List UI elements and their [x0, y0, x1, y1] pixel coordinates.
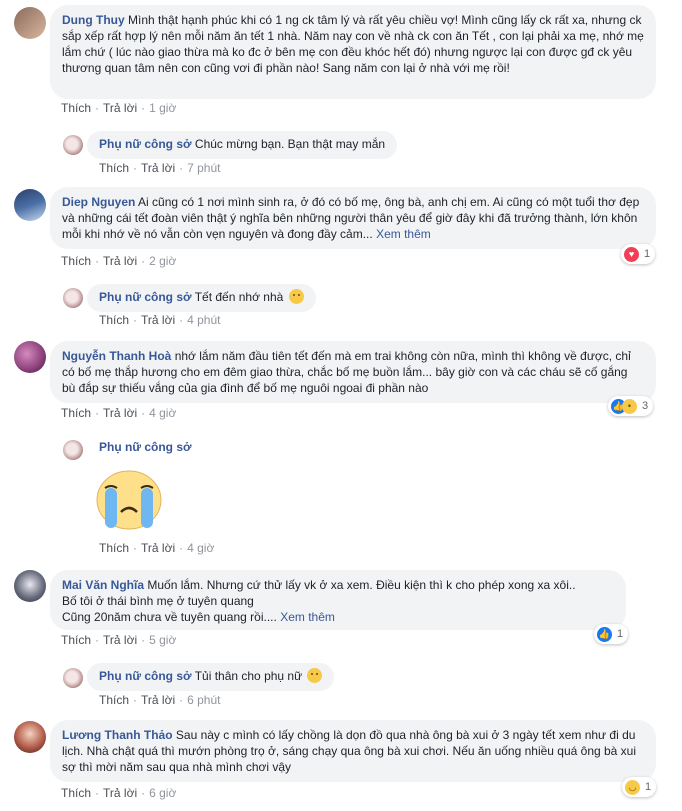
avatar[interactable] [14, 341, 46, 373]
like-link[interactable]: Thích [61, 786, 91, 800]
reply-bubble: Phụ nữ công sở Tủi thân cho phụ nữ [87, 663, 335, 691]
reaction-summary[interactable]: 👍 • 3 [608, 396, 654, 416]
comment-bubble: Mai Văn Nghĩa Muốn lắm. Nhưng cứ thử lấy… [50, 570, 626, 630]
avatar[interactable] [14, 189, 46, 221]
timestamp[interactable]: 7 phút [187, 161, 220, 175]
reaction-count: 1 [645, 781, 652, 793]
commenter-name[interactable]: Lương Thanh Thảo [62, 728, 173, 742]
reply-link[interactable]: Trả lời [141, 541, 175, 555]
reply-bubble: Phụ nữ công sở Tết đến nhớ nhà [87, 284, 316, 312]
reply-link[interactable]: Trả lời [141, 161, 175, 175]
like-link[interactable]: Thích [99, 541, 129, 555]
reply-link[interactable]: Trả lời [103, 406, 137, 420]
timestamp[interactable]: 4 phút [187, 313, 220, 327]
reply-link[interactable]: Trả lời [103, 101, 137, 115]
commenter-name[interactable]: Mai Văn Nghĩa [62, 578, 144, 592]
comment-actions: Thích · Trả lời · 1 giờ [61, 101, 177, 115]
see-more-link[interactable]: Xem thêm [376, 227, 431, 241]
reaction-summary[interactable]: ◡ 1 [622, 777, 657, 797]
avatar[interactable] [14, 721, 46, 753]
like-link[interactable]: Thích [61, 101, 91, 115]
reply-link[interactable]: Trả lời [141, 693, 175, 707]
comment-actions: Thích · Trả lời · 4 phút [99, 313, 221, 327]
timestamp[interactable]: 2 giờ [149, 254, 176, 268]
timestamp[interactable]: 1 giờ [149, 101, 176, 115]
sad-emoji-icon [288, 289, 304, 304]
comment-bubble: Dung Thuy Mình thật hạnh phúc khi có 1 n… [50, 5, 656, 99]
reply-link[interactable]: Trả lời [103, 254, 137, 268]
commenter-name[interactable]: Phụ nữ công sở [99, 290, 192, 304]
page-avatar[interactable] [63, 440, 83, 460]
reaction-summary[interactable]: 👍 1 [594, 624, 629, 644]
comment-bubble: Nguyễn Thanh Hoà nhớ lắm năm đầu tiên tế… [50, 341, 656, 403]
comment-actions: Thích · Trả lời · 4 giờ [99, 541, 215, 555]
commenter-name[interactable]: Phụ nữ công sở [99, 440, 192, 454]
crying-face-sticker [93, 468, 165, 532]
commenter-name[interactable]: Dung Thuy [62, 13, 125, 27]
commenter-name[interactable]: Diep Nguyen [62, 195, 135, 209]
timestamp[interactable]: 4 giờ [187, 541, 214, 555]
page-avatar[interactable] [63, 288, 83, 308]
reply-bubble: Phụ nữ công sở Chúc mừng bạn. Bạn thật m… [87, 131, 398, 159]
sad-reaction-icon: • [622, 398, 637, 414]
commenter-name[interactable]: Nguyễn Thanh Hoà [62, 349, 171, 363]
reaction-count: 1 [644, 248, 651, 260]
comment-actions: Thích · Trả lời · 6 giờ [61, 786, 177, 800]
comment-actions: Thích · Trả lời · 2 giờ [61, 254, 177, 268]
reaction-count: 3 [642, 400, 649, 412]
comment-text: Muốn lắm. Nhưng cứ thử lấy vk ở xa xem. … [147, 578, 576, 592]
heart-reaction-icon: ♥ [624, 246, 639, 262]
sad-emoji-icon [307, 668, 323, 683]
haha-reaction-icon: ◡ [625, 779, 640, 795]
comment-text: Tủi thân cho phụ nữ [194, 669, 303, 683]
page-avatar[interactable] [63, 668, 83, 688]
comment-bubble: Diep Nguyen Ai cũng có 1 nơi mình sinh r… [50, 187, 656, 249]
reply-link[interactable]: Trả lời [103, 786, 137, 800]
timestamp[interactable]: 6 phút [187, 693, 220, 707]
like-link[interactable]: Thích [99, 161, 129, 175]
page-avatar[interactable] [63, 135, 83, 155]
reply-link[interactable]: Trả lời [141, 313, 175, 327]
comment-text: Tết đến nhớ nhà [194, 290, 284, 304]
commenter-name[interactable]: Phụ nữ công sở [99, 137, 192, 151]
see-more-link[interactable]: Xem thêm [280, 610, 335, 624]
timestamp[interactable]: 4 giờ [149, 406, 176, 420]
reply-link[interactable]: Trả lời [103, 633, 137, 647]
timestamp[interactable]: 6 giờ [149, 786, 176, 800]
reaction-summary[interactable]: ♥ 1 [621, 244, 656, 264]
comment-text: Mình thật hạnh phúc khi có 1 ng ck tâm l… [62, 13, 644, 75]
comment-bubble: Lương Thanh Thảo Sau này c mình có lấy c… [50, 720, 656, 782]
avatar[interactable] [14, 7, 46, 39]
comment-text: Ai cũng có 1 nơi mình sinh ra, ở đó có b… [62, 195, 640, 241]
comment-text: Chúc mừng bạn. Bạn thật may mắn [194, 137, 386, 151]
reaction-count: 1 [617, 628, 624, 640]
like-reaction-icon: 👍 [597, 626, 612, 642]
like-link[interactable]: Thích [61, 406, 91, 420]
like-link[interactable]: Thích [61, 633, 91, 647]
comment-actions: Thích · Trả lời · 4 giờ [61, 406, 177, 420]
comment-text: Cũng 20năm chưa về tuyên quang rồi.... [62, 610, 277, 624]
timestamp[interactable]: 5 giờ [149, 633, 176, 647]
comment-actions: Thích · Trả lời · 7 phút [99, 161, 221, 175]
like-link[interactable]: Thích [99, 313, 129, 327]
commenter-name[interactable]: Phụ nữ công sở [99, 669, 192, 683]
comment-text: Bố tôi ở thái bình mẹ ở tuyên quang [62, 594, 254, 608]
like-link[interactable]: Thích [61, 254, 91, 268]
like-link[interactable]: Thích [99, 693, 129, 707]
comment-actions: Thích · Trả lời · 6 phút [99, 693, 221, 707]
comment-actions: Thích · Trả lời · 5 giờ [61, 633, 177, 647]
avatar[interactable] [14, 570, 46, 602]
